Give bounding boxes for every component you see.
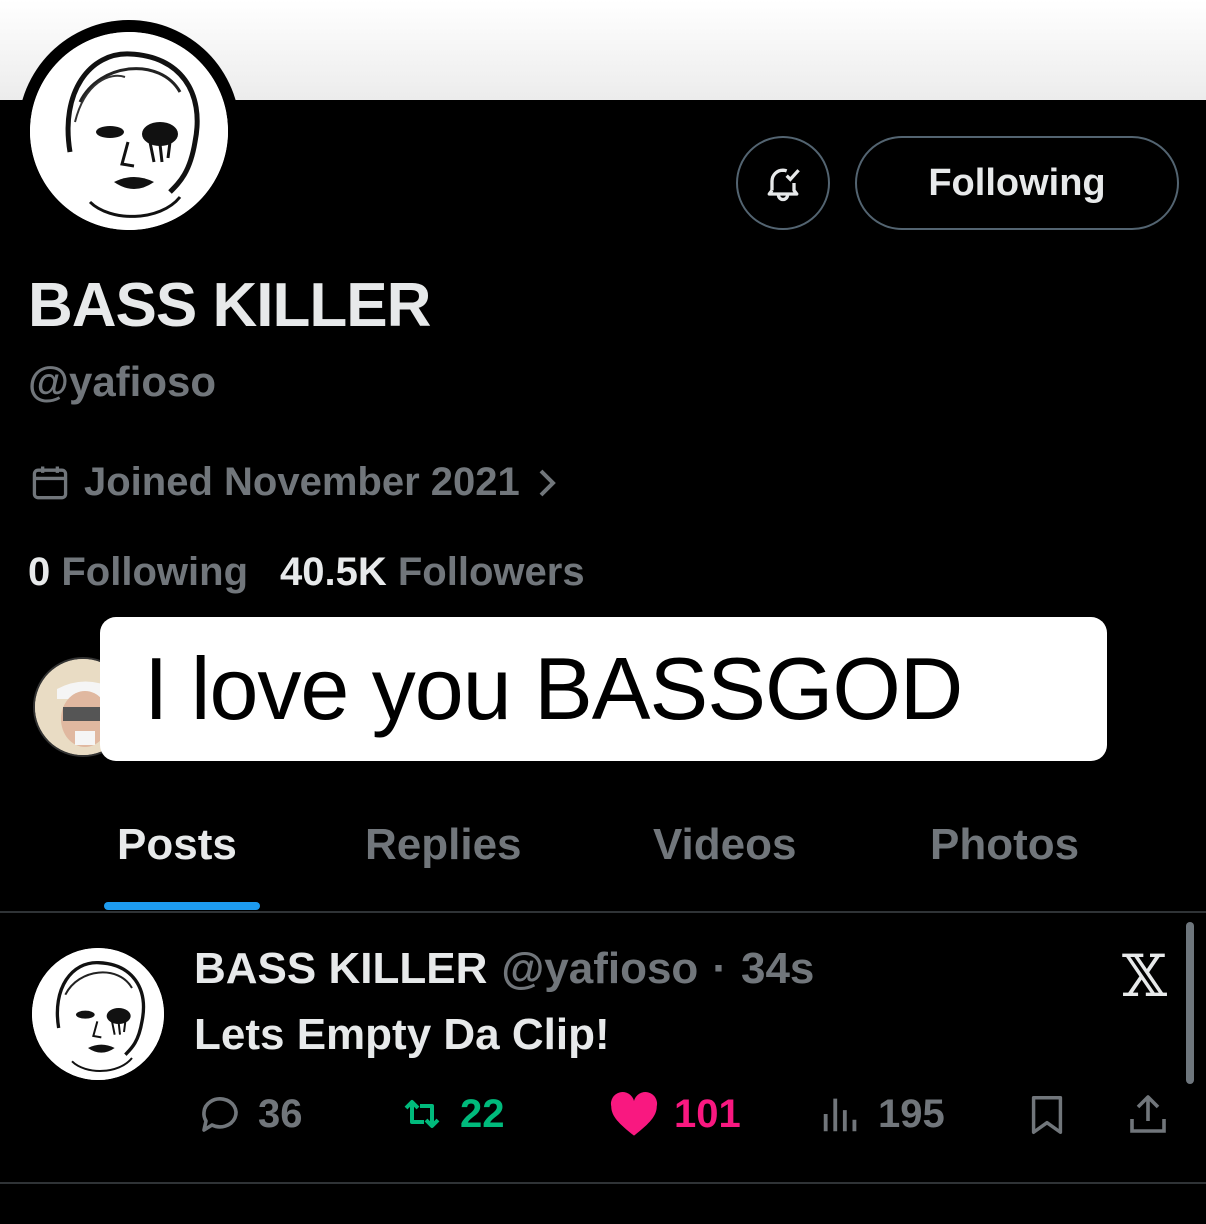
tabs-divider — [0, 911, 1206, 913]
profile-tabs: Posts Replies Videos Photos — [0, 800, 1206, 912]
joined-date-text: Joined November 2021 — [84, 460, 520, 504]
views-count: 195 — [878, 1091, 945, 1136]
bell-check-icon — [767, 168, 800, 202]
tab-replies[interactable]: Replies — [365, 820, 522, 870]
joined-date-row[interactable]: Joined November 2021 — [28, 460, 562, 505]
views-button[interactable]: 195 — [818, 1090, 945, 1138]
calendar-icon — [32, 466, 68, 499]
overlay-caption: I love you BASSGOD — [100, 617, 1107, 761]
active-tab-indicator — [104, 902, 260, 910]
bookmark-button[interactable] — [1024, 1090, 1070, 1140]
following-count-link[interactable]: 0 Following — [28, 550, 248, 595]
post-divider — [0, 1182, 1206, 1184]
followers-count: 40.5K — [280, 550, 387, 594]
scrollbar[interactable] — [1186, 922, 1194, 1084]
notifications-bell-button[interactable] — [736, 136, 830, 230]
post-author-handle[interactable]: @yafioso — [501, 944, 698, 994]
post-text: Lets Empty Da Clip! — [194, 1010, 610, 1059]
share-button[interactable] — [1124, 1090, 1172, 1140]
followers-label: Followers — [397, 550, 585, 594]
following-button[interactable]: Following — [855, 136, 1179, 230]
heart-filled-icon — [610, 1092, 658, 1136]
tab-posts[interactable]: Posts — [117, 820, 237, 870]
tab-videos[interactable]: Videos — [653, 820, 796, 870]
like-count: 101 — [674, 1091, 741, 1136]
chevron-right-icon — [539, 469, 556, 496]
reply-count: 36 — [258, 1091, 303, 1136]
x-logo-icon: 𝕏 — [1122, 942, 1168, 1010]
reply-icon — [202, 1097, 238, 1132]
repost-button[interactable]: 22 — [398, 1090, 505, 1138]
reply-button[interactable]: 36 — [196, 1090, 303, 1138]
tab-photos[interactable]: Photos — [930, 820, 1079, 870]
followers-count-link[interactable]: 40.5K Followers — [280, 550, 585, 595]
profile-display-name: BASS KILLER — [28, 271, 431, 340]
post-author-avatar[interactable] — [32, 948, 164, 1080]
profile-handle: @yafioso — [28, 358, 216, 405]
following-label: Following — [61, 550, 248, 594]
profile-avatar[interactable] — [18, 20, 240, 242]
like-button[interactable]: 101 — [608, 1090, 741, 1138]
post-header: BASS KILLER @yafioso · 34s — [194, 944, 814, 994]
post-actions: 36 22 101 195 — [0, 1090, 1206, 1146]
share-icon — [1130, 1095, 1166, 1133]
post-timestamp[interactable]: 34s — [741, 944, 814, 994]
views-bar-chart-icon — [823, 1098, 857, 1132]
post-author-name[interactable]: BASS KILLER — [194, 944, 487, 994]
following-count: 0 — [28, 550, 51, 594]
follow-counts: 0 Following 40.5K Followers — [28, 550, 585, 595]
post-dot-separator: · — [712, 944, 727, 993]
repost-count: 22 — [460, 1091, 505, 1136]
repost-icon — [404, 1100, 440, 1128]
bookmark-icon — [1031, 1096, 1063, 1134]
